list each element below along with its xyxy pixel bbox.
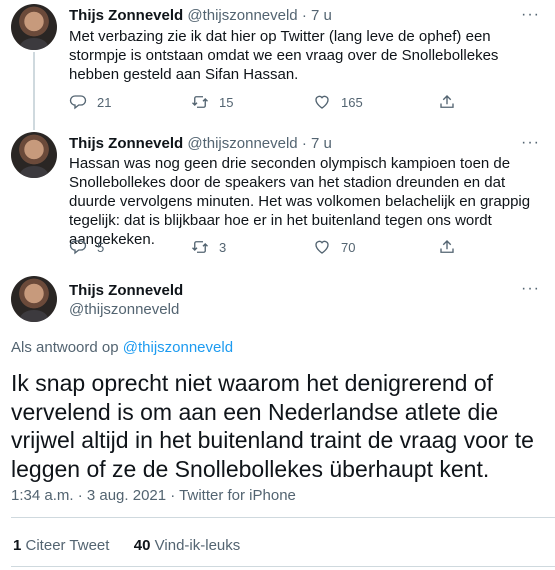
reply-prefix: Als antwoord op xyxy=(11,339,119,356)
more-icon[interactable]: ··· xyxy=(521,281,540,297)
tweet-text: Hassan was nog geen drie seconden olympi… xyxy=(69,155,531,248)
like-label: Vind-ik-leuks xyxy=(154,537,241,554)
thread-line xyxy=(33,52,35,130)
author-name[interactable]: Thijs Zonneveld xyxy=(69,282,183,300)
tweet-header: Thijs Zonneveld @thijszonneveld · 7 u xyxy=(69,135,332,153)
retweet-icon xyxy=(192,241,208,253)
like-count: 165 xyxy=(341,94,363,110)
retweet-icon xyxy=(192,96,208,108)
avatar[interactable] xyxy=(11,132,57,178)
share-icon xyxy=(440,95,454,108)
divider xyxy=(11,517,555,518)
author-handle[interactable]: @thijszonneveld xyxy=(187,135,297,152)
quote-count: 1 xyxy=(13,537,22,554)
share-icon xyxy=(440,240,454,253)
reply-button[interactable]: 21 xyxy=(69,93,191,111)
more-icon[interactable]: ··· xyxy=(521,7,540,23)
share-button[interactable] xyxy=(438,93,466,111)
reply-icon xyxy=(69,240,87,255)
tweet-time[interactable]: · 7 u xyxy=(302,135,332,152)
tweet-time[interactable]: · 7 u xyxy=(302,7,332,24)
avatar[interactable] xyxy=(11,4,57,50)
retweet-button[interactable]: 3 xyxy=(191,238,313,256)
retweet-count: 3 xyxy=(219,239,227,255)
heart-icon xyxy=(315,240,329,254)
quote-label: Citeer Tweet xyxy=(25,537,110,554)
retweet-button[interactable]: 15 xyxy=(191,93,313,111)
tweet-actions: 21 15 165 xyxy=(69,93,466,111)
quote-tweets-stat[interactable]: 1 Citeer Tweet xyxy=(13,537,109,554)
share-button[interactable] xyxy=(438,238,466,256)
tweet-actions: 5 3 70 xyxy=(69,238,466,256)
avatar[interactable] xyxy=(11,276,57,322)
author-name[interactable]: Thijs Zonneveld xyxy=(69,7,183,24)
tweet-stats: 1 Citeer Tweet 40 Vind-ik-leuks xyxy=(13,537,240,554)
like-button[interactable]: 165 xyxy=(313,93,438,111)
tweet-timestamp[interactable]: 1:34 a.m. · 3 aug. 2021 · Twitter for iP… xyxy=(11,487,296,504)
author-name[interactable]: Thijs Zonneveld xyxy=(69,135,183,152)
tweet-text: Met verbazing zie ik dat hier op Twitter… xyxy=(69,28,499,83)
reply-button[interactable]: 5 xyxy=(69,238,191,256)
main-tweet-text: Ik snap oprecht niet waarom het denigrer… xyxy=(11,370,534,482)
reply-handle-link[interactable]: @thijszonneveld xyxy=(123,339,233,356)
author-handle[interactable]: @thijszonneveld xyxy=(69,301,179,319)
like-button[interactable]: 70 xyxy=(313,238,438,256)
reply-count: 21 xyxy=(97,94,112,110)
reply-icon xyxy=(69,95,87,110)
heart-icon xyxy=(315,95,329,109)
retweet-count: 15 xyxy=(219,94,234,110)
tweet-header: Thijs Zonneveld @thijszonneveld · 7 u xyxy=(69,7,332,25)
reply-count: 5 xyxy=(97,239,105,255)
thread-tweet-1[interactable]: Thijs Zonneveld @thijszonneveld · 7 u ··… xyxy=(0,0,555,130)
reply-context: Als antwoord op @thijszonneveld xyxy=(11,339,233,356)
author-handle[interactable]: @thijszonneveld xyxy=(187,7,297,24)
thread-tweet-2[interactable]: Thijs Zonneveld @thijszonneveld · 7 u ··… xyxy=(0,130,555,260)
like-total: 40 xyxy=(133,537,151,554)
like-count: 70 xyxy=(341,239,356,255)
divider xyxy=(11,566,555,567)
likes-stat[interactable]: 40 Vind-ik-leuks xyxy=(134,537,240,554)
more-icon[interactable]: ··· xyxy=(521,135,540,151)
